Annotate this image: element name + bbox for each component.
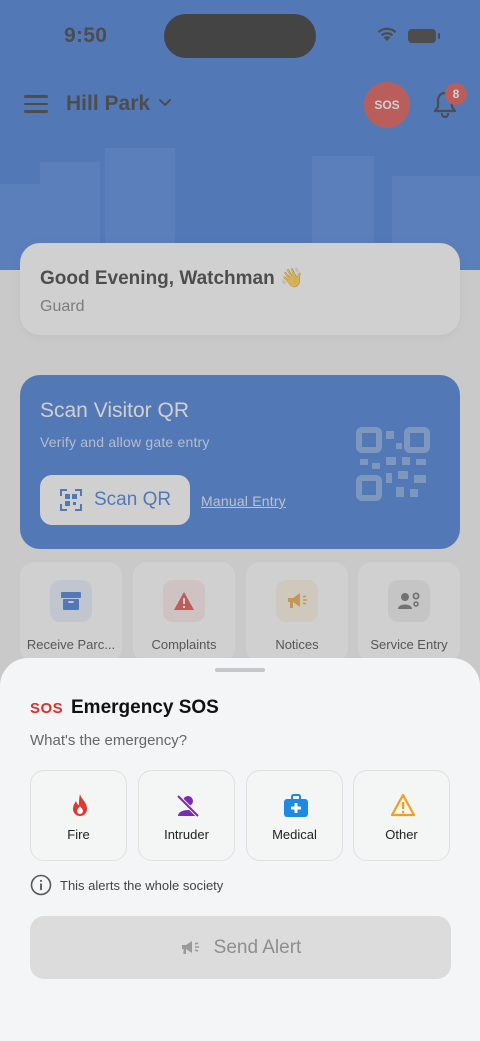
emergency-option-label: Medical (272, 827, 317, 842)
emergency-option-label: Intruder (164, 827, 209, 842)
send-alert-button[interactable]: Send Alert (30, 916, 451, 979)
sheet-grabber[interactable] (215, 668, 265, 672)
intruder-icon (176, 794, 200, 818)
sos-icon: SOS (30, 700, 62, 715)
megaphone-icon (181, 940, 199, 954)
send-alert-label: Send Alert (213, 936, 302, 958)
sos-bottom-sheet: SOS Emergency SOS What's the emergency? … (0, 658, 480, 1041)
emergency-option-medical[interactable]: Medical (246, 770, 343, 861)
emergency-option-other[interactable]: Other (353, 770, 450, 861)
sheet-subtitle: What's the emergency? (30, 732, 188, 749)
emergency-option-fire[interactable]: Fire (30, 770, 127, 861)
svg-text:SOS: SOS (30, 700, 62, 715)
alert-note: This alerts the whole society (30, 874, 223, 896)
emergency-option-label: Other (385, 827, 418, 842)
emergency-option-label: Fire (67, 827, 90, 842)
warning-icon (390, 793, 416, 817)
fire-icon (73, 794, 87, 816)
medical-kit-icon (284, 794, 308, 817)
alert-note-text: This alerts the whole society (60, 877, 224, 893)
emergency-option-intruder[interactable]: Intruder (138, 770, 235, 861)
sheet-title: Emergency SOS (71, 697, 219, 718)
info-icon (30, 874, 52, 896)
